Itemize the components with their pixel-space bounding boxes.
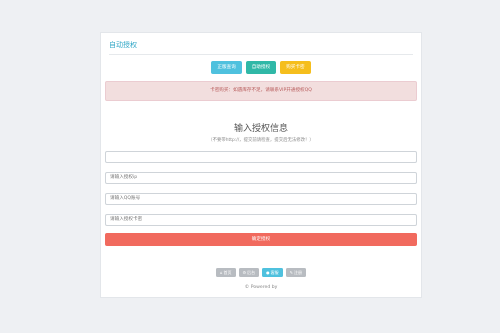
domain-input[interactable] [105,151,417,163]
gear-icon: ⚙ [242,270,247,275]
footer-powered-by: © Powered by [244,285,278,290]
auth-card: 自动授权 正版查询 自助授权 购买卡密 卡密购买：如遇库存不足，请联系VIP开通… [100,32,422,298]
home-label: 首页 [223,270,232,275]
register-label: 注册 [294,270,302,275]
form-subtitle: （不要带http://，提交前请检查，提交后无法修改！） [208,138,314,143]
support-button[interactable]: ●客服 [262,268,283,277]
home-icon: ⌂ [220,270,223,275]
card-header: 自动授权 [109,40,413,55]
register-button[interactable]: ✎注册 [285,268,306,277]
admin-label: 后台 [247,270,256,275]
support-label: 客服 [270,270,279,275]
card-key-input[interactable]: 请输入授权卡密 [105,214,417,226]
qq-input[interactable]: 请输入QQ账号 [105,193,417,205]
submit-button[interactable]: 确定授权 [105,233,417,246]
notice-banner: 卡密购买：如遇库存不足，请联系VIP开通授权QQ [105,81,417,101]
bottom-button-group: ⌂首页 ⚙后台 ●客服 ✎注册 [101,268,421,277]
form-title: 输入授权信息 [233,124,288,134]
top-button-group: 正版查询 自助授权 购买卡密 [101,61,421,75]
pencil-icon: ✎ [289,270,293,275]
ip-input[interactable]: 请输入授权ip [105,172,417,184]
genuine-check-button[interactable]: 正版查询 [211,61,242,74]
self-authorize-button[interactable]: 自助授权 [245,61,277,74]
user-icon: ● [266,270,270,275]
home-button[interactable]: ⌂首页 [216,268,236,277]
admin-button[interactable]: ⚙后台 [238,268,260,277]
buy-card-button[interactable]: 购买卡密 [280,61,311,74]
page-title: 自动授权 [109,41,137,49]
